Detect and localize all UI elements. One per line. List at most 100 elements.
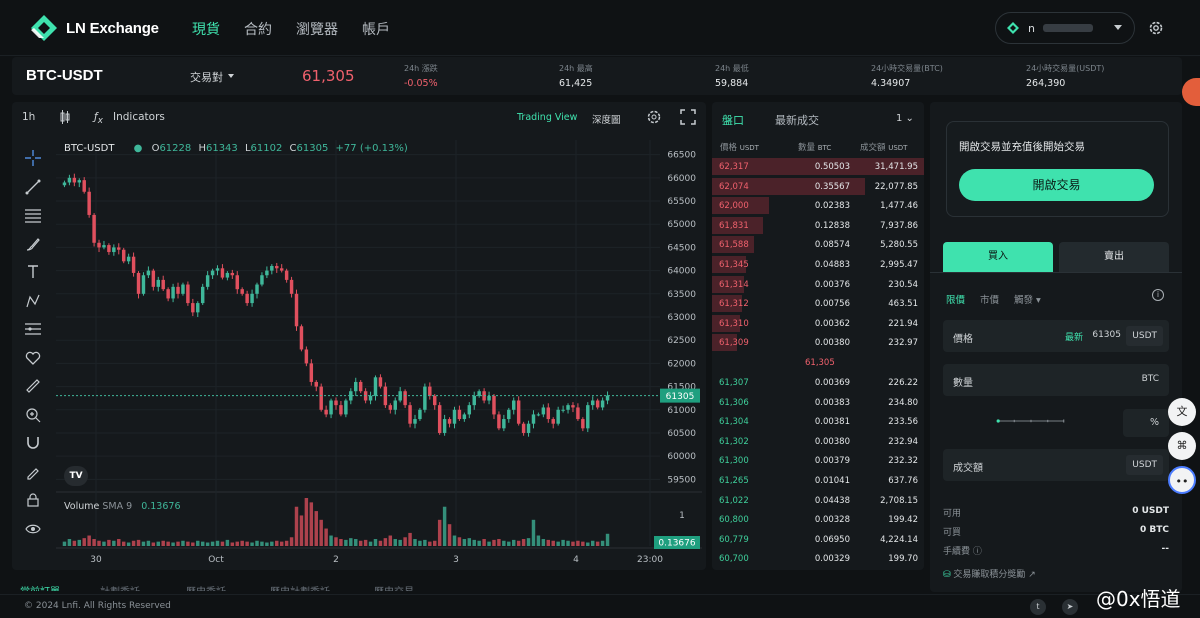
tab-plan-orders[interactable]: 計劃委託 xyxy=(100,583,140,591)
ask-row[interactable]: 62,000 0.02383 1,477.46 xyxy=(712,196,924,216)
candle xyxy=(590,400,595,406)
ask-row[interactable]: 61,314 0.00376 230.54 xyxy=(712,275,924,295)
quantity-field[interactable]: 數量 BTC xyxy=(943,364,1169,396)
tab-buy[interactable]: 買入 xyxy=(943,242,1053,272)
bid-row[interactable]: 61,265 0.01041 637.76 xyxy=(712,471,924,491)
twitter-icon[interactable]: t xyxy=(1030,599,1046,615)
volume-bar xyxy=(146,540,151,546)
precision-selector[interactable]: 1 ⌄ xyxy=(896,113,914,124)
ask-row[interactable]: 61,831 0.12838 7,937.86 xyxy=(712,216,924,236)
tab-plan-history[interactable]: 歷史計劃委託 xyxy=(270,583,330,591)
zoom-in-icon[interactable] xyxy=(22,401,44,430)
tab-order-history[interactable]: 歷史委託 xyxy=(186,583,226,591)
reward-link[interactable]: ⛁ 交易賺取積分獎勵 ↗ xyxy=(943,567,1036,580)
fullscreen-icon[interactable] xyxy=(680,109,696,125)
logo[interactable]: LN Exchange xyxy=(30,14,159,42)
nav-account[interactable]: 帳戶 xyxy=(362,19,390,39)
lock-pencil-icon[interactable] xyxy=(22,458,44,487)
amount-slider[interactable] xyxy=(946,419,1116,423)
projection-icon[interactable] xyxy=(22,315,44,344)
info-icon[interactable]: i xyxy=(1152,289,1164,301)
volume-bar xyxy=(605,533,610,546)
percent-input[interactable]: % xyxy=(1123,409,1169,437)
volume-bar xyxy=(166,541,170,546)
assistant-icon[interactable]: •• xyxy=(1168,466,1196,494)
ask-row[interactable]: 61,309 0.00380 232.97 xyxy=(712,333,924,353)
wallet-icon xyxy=(1007,22,1019,34)
trading-view-tab[interactable]: Trading View xyxy=(517,112,577,123)
row-total: 230.54 xyxy=(888,279,918,290)
order-type-trigger[interactable]: 觸發 ▾ xyxy=(1014,292,1041,306)
candle xyxy=(102,245,106,248)
tab-orderbook[interactable]: 盤口 xyxy=(722,114,744,127)
pair-selector[interactable]: 交易對 xyxy=(190,69,223,85)
tab-latest-trades[interactable]: 最新成交 xyxy=(775,112,819,128)
bid-row[interactable]: 61,302 0.00380 232.94 xyxy=(712,432,924,452)
order-type-limit[interactable]: 限價 xyxy=(946,292,965,306)
side-widget-icon[interactable] xyxy=(1182,78,1200,106)
bid-row[interactable]: 60,700 0.00329 199.70 xyxy=(712,549,924,569)
nav-spot[interactable]: 現貨 xyxy=(192,19,220,39)
bid-row[interactable]: 61,306 0.00383 234.80 xyxy=(712,393,924,413)
ask-row[interactable]: 61,588 0.08574 5,280.55 xyxy=(712,235,924,255)
row-amount: 0.08574 xyxy=(814,240,850,251)
bid-row[interactable]: 61,022 0.04438 2,708.15 xyxy=(712,491,924,511)
volume-bar xyxy=(363,539,368,546)
eye-icon[interactable] xyxy=(22,515,44,544)
trendline-icon[interactable] xyxy=(22,173,44,202)
ask-row[interactable]: 62,074 0.35567 22,077.85 xyxy=(712,177,924,197)
apps-icon[interactable]: ⌘ xyxy=(1168,432,1196,460)
gear-icon[interactable] xyxy=(1148,20,1164,36)
row-amount: 0.00328 xyxy=(814,515,850,526)
price-latest-link[interactable]: 最新 xyxy=(1065,330,1083,343)
order-type-market[interactable]: 市價 xyxy=(980,292,999,306)
nav-explorer[interactable]: 瀏覽器 xyxy=(296,19,338,39)
open-trading-button[interactable]: 開啟交易 xyxy=(959,169,1154,201)
ask-row[interactable]: 62,317 0.50503 31,471.95 xyxy=(712,157,924,177)
bid-row[interactable]: 61,300 0.00379 232.32 xyxy=(712,451,924,471)
user-menu[interactable]: n xyxy=(995,12,1135,44)
tradingview-logo: TV xyxy=(64,466,88,486)
indicators-button[interactable]: Indicators xyxy=(113,111,165,123)
bid-row[interactable]: 61,304 0.00381 233.56 xyxy=(712,412,924,432)
text-icon[interactable] xyxy=(22,258,44,287)
tab-trade-history[interactable]: 歷史交易 xyxy=(374,583,414,591)
volume-bar xyxy=(586,542,590,546)
volume-bar xyxy=(304,498,309,546)
volume-bar xyxy=(186,541,190,546)
row-total: 31,471.95 xyxy=(874,162,918,172)
interval-selector[interactable]: 1h xyxy=(22,111,35,123)
tab-sell[interactable]: 賣出 xyxy=(1059,242,1169,272)
total-field[interactable]: 成交額 USDT xyxy=(943,449,1169,481)
candle xyxy=(472,395,476,406)
chart-settings-icon[interactable] xyxy=(646,109,662,125)
ask-row[interactable]: 61,310 0.00362 221.94 xyxy=(712,314,924,334)
magnet-icon[interactable] xyxy=(22,429,44,458)
row-total: 234.80 xyxy=(888,397,918,408)
translate-icon[interactable]: 文 xyxy=(1168,398,1196,426)
fib-icon[interactable] xyxy=(22,201,44,230)
ask-row[interactable]: 61,312 0.00756 463.51 xyxy=(712,294,924,314)
bid-row[interactable]: 60,779 0.06950 4,224.14 xyxy=(712,530,924,550)
x-tick-label: 3 xyxy=(453,555,459,565)
candle xyxy=(284,270,289,280)
bid-row[interactable]: 60,800 0.00328 199.42 xyxy=(712,510,924,530)
brush-icon[interactable] xyxy=(22,230,44,259)
crosshair-icon[interactable] xyxy=(22,144,44,173)
bid-row[interactable]: 61,307 0.00369 226.22 xyxy=(712,373,924,393)
telegram-icon[interactable]: ➤ xyxy=(1062,599,1078,615)
heart-icon[interactable] xyxy=(22,344,44,373)
tab-open-orders[interactable]: 當前訂單 xyxy=(20,583,60,591)
volume-bar xyxy=(433,540,437,546)
lock-icon[interactable] xyxy=(22,486,44,515)
ask-row[interactable]: 61,345 0.04883 2,995.47 xyxy=(712,255,924,275)
watermark: @0x悟道 xyxy=(1096,587,1181,611)
ruler-icon[interactable] xyxy=(22,372,44,401)
candle xyxy=(437,405,442,433)
pattern-icon[interactable] xyxy=(22,287,44,316)
depth-chart-tab[interactable]: 深度圖 xyxy=(592,112,621,126)
nav-futures[interactable]: 合約 xyxy=(244,19,272,39)
y-tick-label: 66500 xyxy=(667,151,696,161)
candle-type-icon[interactable] xyxy=(58,110,72,124)
price-field[interactable]: 價格 61305 最新 USDT xyxy=(943,320,1169,352)
